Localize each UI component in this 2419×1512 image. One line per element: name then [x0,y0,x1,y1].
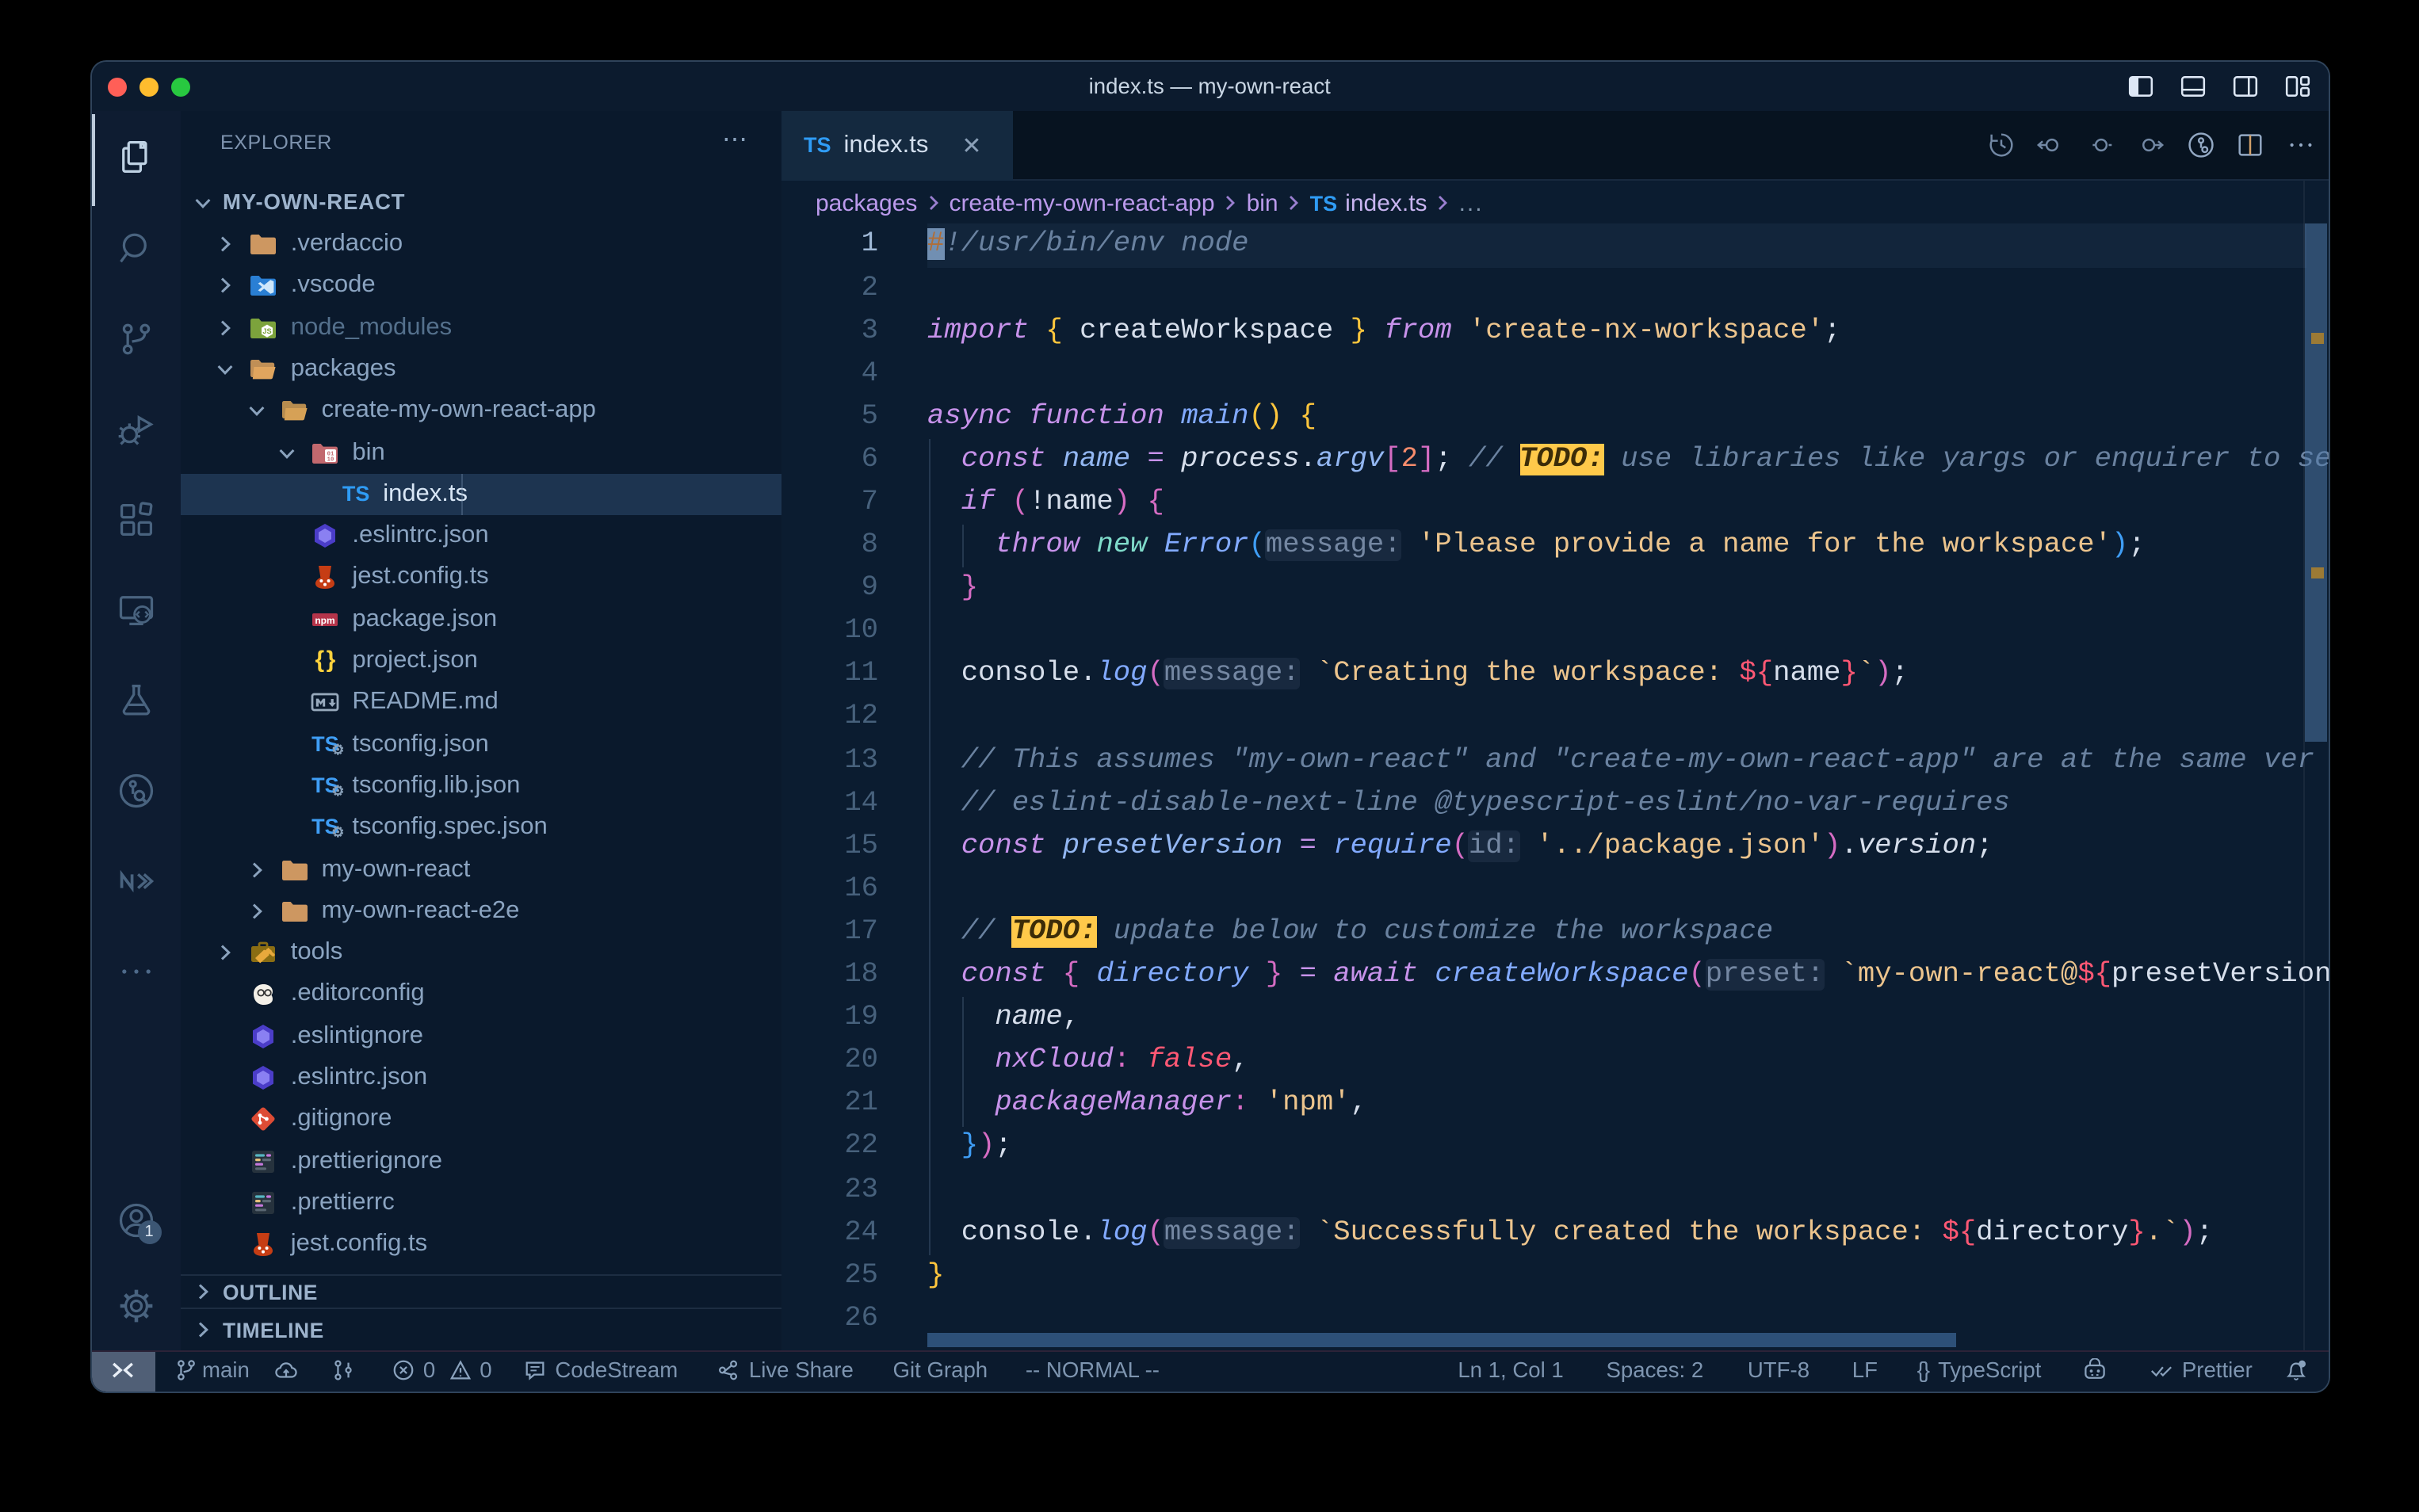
svg-text:10: 10 [327,456,334,463]
svg-text:npm: npm [315,615,335,626]
svg-text:JS: JS [263,327,272,335]
